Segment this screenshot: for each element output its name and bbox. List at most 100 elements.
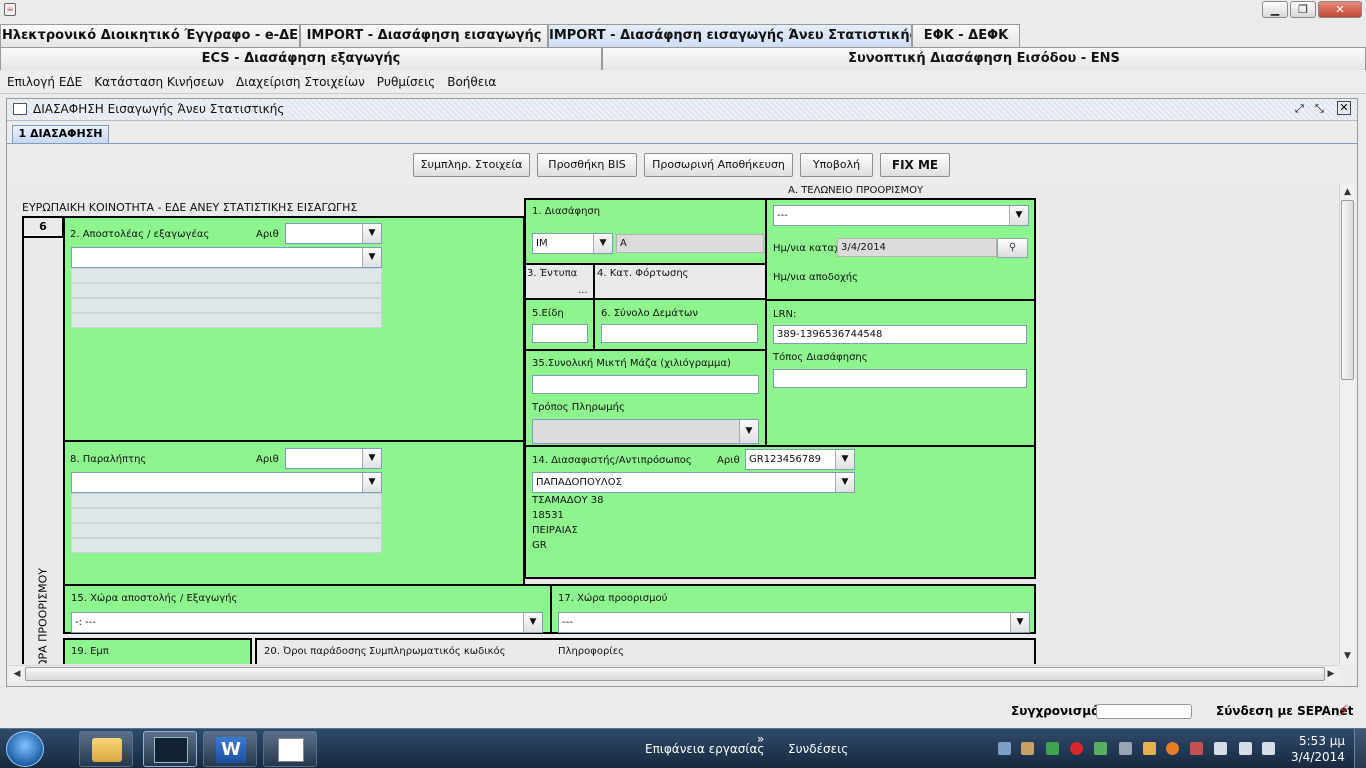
tray-wifi-icon[interactable] bbox=[1094, 742, 1107, 755]
receiver-arith-select[interactable]: ▼ bbox=[285, 448, 382, 469]
tab-ecs[interactable]: ECS - Διασάφηση εξαγωγής bbox=[0, 47, 602, 71]
tray-tools-icon[interactable] bbox=[1119, 742, 1132, 755]
representative-id-select[interactable]: GR123456789 ▼ bbox=[745, 449, 855, 470]
representative-address-line: GR bbox=[532, 540, 547, 551]
desktop-toolbar[interactable]: Επιφάνεια εργασίας bbox=[645, 742, 764, 756]
menu-manage[interactable]: Διαχείριση Στοιχείων bbox=[236, 75, 365, 89]
restore-button[interactable]: ❐ bbox=[1290, 1, 1316, 18]
tab-efk[interactable]: ΕΦΚ - ΔΕΦΚ bbox=[912, 24, 1020, 48]
country-dispatch-select[interactable]: -: --- ▼ bbox=[71, 612, 543, 633]
inner-tab-declaration[interactable]: 1 ΔΙΑΣΑΦΗΣΗ bbox=[12, 125, 109, 143]
taskbar-word[interactable]: W bbox=[203, 731, 257, 767]
submit-button[interactable]: Υποβολή bbox=[800, 153, 873, 177]
menu-help[interactable]: Βοήθεια bbox=[447, 75, 496, 89]
trade-box: 19. Εμπ bbox=[63, 638, 252, 664]
tray-network-icon[interactable] bbox=[998, 742, 1011, 755]
date-submit-field[interactable]: 3/4/2014 bbox=[837, 238, 997, 257]
sync-progress bbox=[1096, 704, 1192, 719]
mass-field[interactable] bbox=[532, 375, 759, 394]
date-accept-label: Ημ/νια αποδοχής bbox=[773, 272, 858, 283]
menu-status[interactable]: Κατάσταση Κινήσεων bbox=[94, 75, 224, 89]
declaration-type-select[interactable]: IM ▼ bbox=[532, 233, 613, 254]
minimize-button[interactable]: ▁ bbox=[1262, 1, 1288, 18]
side-vertical-label: ΗΝ ΧΩΡΑ ΠΡΟΟΡΙΣΜΟΥ bbox=[36, 567, 50, 664]
clock-time[interactable]: 5:53 μμ bbox=[1299, 734, 1345, 748]
tab-ens[interactable]: Συνοπτική Διασάφηση Εισόδου - ENS bbox=[602, 47, 1366, 71]
frame-close-icon[interactable]: ✕ bbox=[1337, 101, 1351, 115]
delivery-terms-box: 20. Όροι παράδοσης Συμπληρωματικός κωδικ… bbox=[255, 638, 1036, 664]
receiver-address-line-2[interactable] bbox=[71, 508, 382, 523]
tab-e-de[interactable]: Ηλεκτρονικό Διοικητικό Έγγραφο - e-ΔΕ bbox=[0, 24, 300, 48]
show-desktop-button[interactable] bbox=[1354, 729, 1366, 768]
tray-user-icon[interactable] bbox=[1190, 742, 1203, 755]
taskbar-explorer[interactable] bbox=[79, 731, 133, 767]
menu-select-ede[interactable]: Επιλογή ΕΔΕ bbox=[7, 75, 82, 89]
chevron-down-icon: ▼ bbox=[835, 473, 854, 492]
declaration-subtype-field[interactable]: A bbox=[616, 234, 764, 253]
payment-select[interactable]: ▼ bbox=[532, 419, 759, 444]
app-window-icon bbox=[278, 738, 304, 762]
scroll-left-icon[interactable]: ◀ bbox=[9, 666, 25, 682]
declaration-label: 1. Διασάφηση bbox=[532, 206, 601, 217]
scroll-down-icon[interactable]: ▼ bbox=[1340, 648, 1355, 664]
representative-id-value: GR123456789 bbox=[749, 454, 821, 465]
tray-battery-icon[interactable] bbox=[1262, 742, 1275, 755]
start-button[interactable] bbox=[6, 731, 44, 767]
date-submit-label: Ημ/νια καταχ. bbox=[773, 243, 844, 254]
packages-field[interactable] bbox=[601, 324, 758, 343]
taskbar-sepa[interactable] bbox=[143, 731, 197, 767]
tray-box-icon[interactable] bbox=[1021, 742, 1034, 755]
clock-date[interactable]: 3/4/2014 bbox=[1291, 750, 1345, 764]
vertical-scrollbar[interactable]: ▲ ▼ bbox=[1339, 184, 1355, 664]
tray-drive-icon[interactable] bbox=[1046, 742, 1059, 755]
receiver-name-select[interactable]: ▼ bbox=[71, 472, 382, 493]
sender-address-line-1[interactable] bbox=[71, 268, 382, 283]
sender-address-line-4[interactable] bbox=[71, 313, 382, 328]
vertical-scroll-thumb[interactable] bbox=[1341, 200, 1354, 380]
forms-dots[interactable]: ... bbox=[578, 285, 588, 296]
items-label: 5.Είδη bbox=[532, 308, 564, 319]
close-button[interactable]: ✕ bbox=[1318, 1, 1362, 18]
tray-opera-icon[interactable] bbox=[1070, 742, 1083, 755]
sender-arith-select[interactable]: ▼ bbox=[285, 223, 382, 244]
add-bis-button[interactable]: Προσθήκη BIS bbox=[537, 153, 637, 177]
save-temp-button[interactable]: Προσωρινή Αποθήκευση bbox=[644, 153, 793, 177]
sender-name-select[interactable]: ▼ bbox=[71, 247, 382, 268]
tab-import-no-stat[interactable]: IMPORT - Διασάφηση εισαγωγής Άνευ Στατισ… bbox=[548, 24, 912, 48]
items-field[interactable] bbox=[532, 324, 588, 343]
representative-name-select[interactable]: ΠΑΠΑΔΟΠΟΥΛΟΣ ▼ bbox=[532, 472, 855, 493]
toolbar-chevron[interactable]: » bbox=[757, 732, 764, 746]
tray-folder-icon[interactable] bbox=[1143, 742, 1156, 755]
frame-maximize-icon[interactable]: ⤡ bbox=[1315, 102, 1324, 116]
sender-address-line-3[interactable] bbox=[71, 298, 382, 313]
form-scroll-pane[interactable]: ΕΥΡΩΠΑΙΚΗ ΚΟΙΝΟΤΗΤΑ - ΕΔΕ ΑΝΕΥ ΣΤΑΤΙΣΤΙΚ… bbox=[9, 184, 1339, 664]
calendar-pin-icon[interactable]: ⚲ bbox=[997, 238, 1028, 258]
tab-import[interactable]: IMPORT - Διασάφηση εισαγωγής bbox=[300, 24, 548, 48]
scroll-right-icon[interactable]: ▶ bbox=[1323, 666, 1339, 682]
connections-toolbar[interactable]: Συνδέσεις bbox=[788, 742, 848, 756]
country-destination-select[interactable]: --- ▼ bbox=[558, 612, 1030, 633]
tray-volume-icon[interactable] bbox=[1239, 742, 1252, 755]
lrn-field[interactable]: 389-1396536744548 bbox=[773, 325, 1027, 344]
tray-firefox-icon[interactable] bbox=[1166, 742, 1179, 755]
customs-office-value: --- bbox=[777, 210, 788, 221]
receiver-address-line-3[interactable] bbox=[71, 523, 382, 538]
menu-settings[interactable]: Ρυθμίσεις bbox=[377, 75, 435, 89]
fill-data-button[interactable]: Συμπληρ. Στοιχεία bbox=[413, 153, 530, 177]
frame-iconify-icon[interactable]: ⤢ bbox=[1295, 102, 1304, 116]
tray-signal-icon[interactable] bbox=[1214, 742, 1227, 755]
chevron-down-icon: ▼ bbox=[523, 613, 542, 632]
frame-title-bar[interactable]: ΔΙΑΣΑΦΗΣΗ Εισαγωγής Άνευ Στατιστικής ⤢ ⤡… bbox=[7, 99, 1357, 121]
customs-office-select[interactable]: --- ▼ bbox=[773, 205, 1029, 226]
horizontal-scrollbar[interactable]: ◀ ▶ bbox=[9, 665, 1339, 682]
place-field[interactable] bbox=[773, 369, 1027, 388]
receiver-address-line-4[interactable] bbox=[71, 538, 382, 553]
receiver-arith-label: Αριθ bbox=[256, 454, 279, 465]
taskbar-java[interactable] bbox=[263, 731, 317, 767]
receiver-address-line-1[interactable] bbox=[71, 493, 382, 508]
fixme-button[interactable]: FIX ME bbox=[880, 153, 950, 177]
sepa-app-icon bbox=[154, 737, 188, 763]
horizontal-scroll-thumb[interactable] bbox=[25, 667, 1325, 681]
sender-address-line-2[interactable] bbox=[71, 283, 382, 298]
scroll-up-icon[interactable]: ▲ bbox=[1340, 184, 1355, 200]
